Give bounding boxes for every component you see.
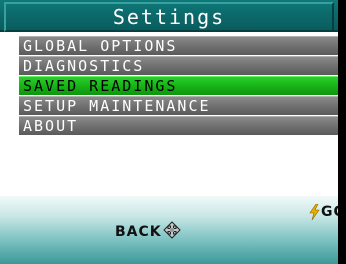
back-label: BACK — [115, 224, 162, 240]
go-softkey[interactable]: GO — [309, 204, 338, 220]
menu-item-label: DIAGNOSTICS — [23, 56, 145, 75]
menu-item-label: ABOUT — [23, 116, 79, 135]
title-bar: Settings — [0, 0, 338, 32]
title-frame: Settings — [4, 2, 334, 32]
lightning-bolt-icon — [309, 204, 320, 220]
menu-item-label: SAVED READINGS — [23, 76, 178, 95]
device-screen: Settings GLOBAL OPTIONS DIAGNOSTICS SAVE… — [0, 0, 338, 264]
settings-menu: GLOBAL OPTIONS DIAGNOSTICS SAVED READING… — [19, 36, 338, 136]
menu-item-setup-maintenance[interactable]: SETUP MAINTENANCE — [19, 96, 338, 115]
menu-item-about[interactable]: ABOUT — [19, 116, 338, 135]
menu-item-saved-readings[interactable]: SAVED READINGS — [19, 76, 338, 95]
menu-item-label: SETUP MAINTENANCE — [23, 96, 211, 115]
softkey-bar: GO BACK — [0, 196, 338, 264]
menu-item-diagnostics[interactable]: DIAGNOSTICS — [19, 56, 338, 75]
page-title: Settings — [112, 5, 226, 29]
back-softkey[interactable]: BACK — [115, 221, 181, 240]
dpad-arrows-icon — [162, 221, 181, 239]
menu-item-label: GLOBAL OPTIONS — [23, 36, 178, 55]
go-label: GO — [321, 204, 338, 220]
menu-item-global-options[interactable]: GLOBAL OPTIONS — [19, 36, 338, 55]
